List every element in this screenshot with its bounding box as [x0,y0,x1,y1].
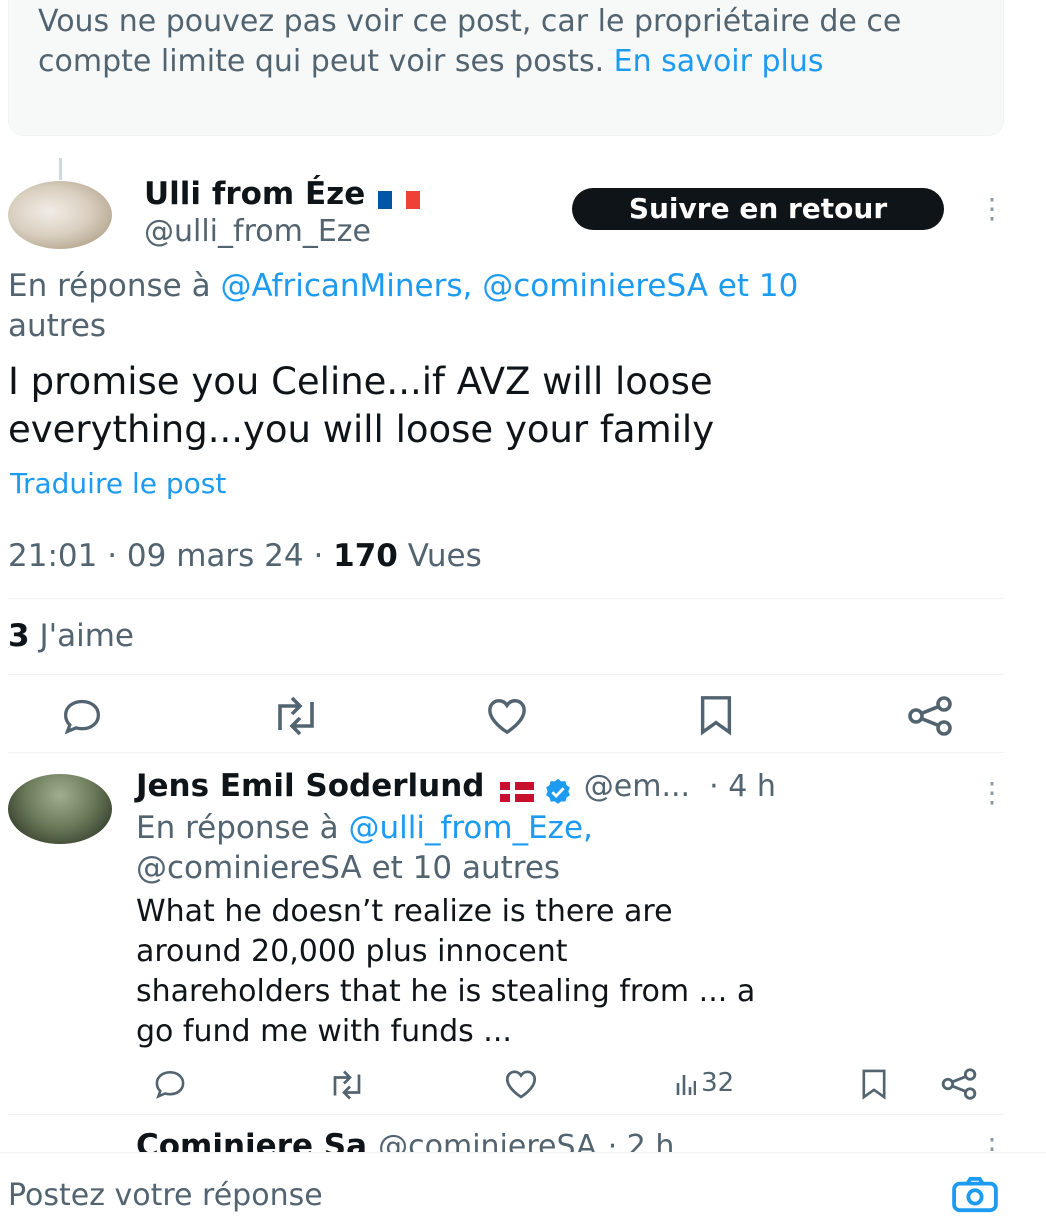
thread-connector-line [59,158,62,180]
views-stat[interactable]: 32 [676,1068,734,1098]
reply-prefix: En réponse à [136,810,339,846]
likes-label: J'aime [39,618,134,654]
post-timestamp[interactable]: 21:01 · 09 mars 24 · [8,538,323,574]
follow-back-button[interactable]: Suivre en retour [572,188,944,230]
bookmark-icon[interactable] [860,1068,888,1100]
views-count: 32 [701,1068,735,1098]
author-handle[interactable]: @ulli_from_Eze [144,214,371,249]
reply-targets-more-link[interactable]: autres [8,306,106,346]
author-name-row[interactable]: Ulli from Éze [144,176,422,212]
divider [8,1114,1004,1115]
reply-text-line-2: around 20,000 plus innocent [136,934,568,969]
reply-author-handle[interactable]: @em... [584,769,690,804]
denmark-flag-icon [499,781,534,802]
reply-context: En réponse à @AfricanMiners, @cominiereS… [8,266,1038,306]
learn-more-link[interactable]: En savoir plus [614,44,824,79]
post-text-line-2: everything...you will loose your family [8,408,715,451]
post-metadata: 21:01 · 09 mars 24 · 170 Vues [8,538,482,574]
repost-icon[interactable] [326,1070,368,1100]
more-options-icon[interactable]: ⋮ [978,776,1006,809]
views-count: 170 [333,538,398,574]
comment-icon[interactable] [60,696,104,736]
divider [8,752,1004,753]
likes-summary[interactable]: 3 J'aime [8,618,134,654]
post-text-line-1: I promise you Celine...if AVZ will loose [8,360,713,403]
reply-text-line-1: What he doesn’t realize is there are [136,894,673,929]
reply-input-placeholder[interactable]: Postez votre réponse [8,1178,323,1213]
share-icon[interactable] [906,696,954,736]
avatar[interactable] [8,774,112,844]
reply-text-line-3: shareholders that he is stealing from ..… [136,974,756,1009]
likes-count: 3 [8,618,30,654]
restricted-notice-text: Vous ne pouvez pas voir ce post, car le … [38,2,988,82]
reply-text-line-4: go fund me with funds ... [136,1014,512,1049]
author-name[interactable]: Ulli from Éze [144,176,365,212]
heart-icon[interactable] [484,696,530,736]
comment-icon[interactable] [152,1068,188,1100]
camera-icon[interactable] [950,1176,1000,1214]
repost-icon[interactable] [268,696,324,736]
heart-icon[interactable] [502,1068,540,1100]
verified-badge-icon [545,778,570,804]
translate-post-link[interactable]: Traduire le post [10,467,226,500]
reply-context: En réponse à @ulli_from_Eze, [136,808,593,848]
reply-target-link[interactable]: @ulli_from_Eze, [348,810,592,846]
reply-targets-link[interactable]: @AfricanMiners, @cominiereSA et 10 [220,268,798,304]
views-label: Vues [407,538,482,574]
share-icon[interactable] [940,1068,978,1100]
avatar[interactable] [8,181,112,249]
reply-targets-more-link[interactable]: @cominiereSA et 10 autres [136,848,560,888]
divider [8,598,1004,599]
reply-time[interactable]: · 4 h [709,769,776,804]
reply-header: Jens Emil Soderlund @em... · 4 h [136,768,776,807]
reply-author-name[interactable]: Jens Emil Soderlund [136,768,484,804]
france-flag-icon [378,190,422,209]
reply-prefix: En réponse à [8,268,211,304]
divider [8,674,1004,675]
more-options-icon[interactable]: ⋮ [978,192,1006,225]
analytics-icon [676,1075,697,1095]
bookmark-icon[interactable] [698,694,734,736]
